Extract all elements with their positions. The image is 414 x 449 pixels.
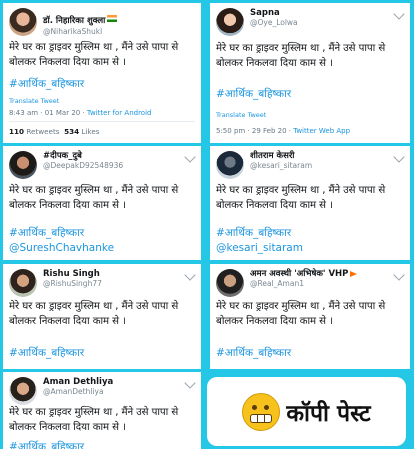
tweet-text: मेरे घर का ड्राइवर मुस्लिम था , मैंने उस… — [9, 185, 179, 211]
mention-link[interactable]: @SureshChavhanke — [9, 242, 114, 254]
tweet-stats: 110 Retweets 534 Likes — [9, 127, 100, 136]
copy-paste-label: कॉपी पेस्ट — [286, 400, 371, 427]
tweet-source-link[interactable]: Twitter Web App — [293, 127, 350, 135]
copy-paste-sticker: कॉपी पेस्ट — [207, 377, 406, 446]
tweet-source-link[interactable]: Twitter for Android — [87, 109, 152, 117]
translate-tweet-link[interactable]: Translate Tweet — [9, 97, 59, 105]
tweet-card[interactable]: Rishu Singh @RishuSingh77 मेरे घर का ड्र… — [3, 264, 201, 369]
display-name[interactable]: डॉ. निहारिका शुक्ला — [43, 16, 105, 26]
display-name[interactable]: Aman Dethliya — [43, 377, 113, 387]
tweet-timestamp: 8:43 am · 01 Mar 20 · Twitter for Androi… — [9, 109, 152, 117]
hashtag-link[interactable]: #आर्थिक_बहिष्कार — [9, 77, 84, 91]
tweet-card[interactable]: Sapna @Oye_Lolwa मेरे घर का ड्राइवर मुस्… — [210, 3, 410, 143]
grimacing-face-icon — [242, 392, 281, 431]
chevron-down-icon[interactable] — [393, 8, 405, 20]
avatar[interactable] — [216, 151, 244, 179]
tweet-text: मेरे घर का ड्राइवर मुस्लिम था , मैंने उस… — [216, 43, 386, 69]
user-handle[interactable]: @Oye_Lolwa — [250, 18, 298, 27]
avatar[interactable] — [9, 269, 37, 297]
tweet-card[interactable]: Aman Dethliya @AmanDethliya मेरे घर का ड… — [3, 372, 201, 449]
user-handle[interactable]: @DeepakD92548936 — [43, 161, 123, 170]
tweet-timestamp: 5:50 pm · 29 Feb 20 · Twitter Web App — [216, 127, 351, 135]
tweet-card[interactable]: #दीपक_दुबे @DeepakD92548936 मेरे घर का ड… — [3, 146, 201, 260]
hashtag-link[interactable]: #आर्थिक_बहिष्कार — [9, 226, 84, 240]
hashtag-link[interactable]: #आर्थिक_बहिष्कार — [9, 440, 84, 449]
display-name[interactable]: #दीपक_दुबे — [43, 151, 123, 161]
translate-tweet-link[interactable]: Translate Tweet — [216, 111, 266, 119]
hashtag-link[interactable]: #आर्थिक_बहिष्कार — [9, 346, 84, 360]
tweet-text: मेरे घर का ड्राइवर मुस्लिम था , मैंने उस… — [9, 301, 179, 327]
tweet-card[interactable]: शीतराम केसरी @kesari_sitaram मेरे घर का … — [210, 146, 410, 260]
display-name[interactable]: Rishu Singh — [43, 269, 102, 279]
tweet-text: मेरे घर का ड्राइवर मुस्लिम था , मैंने उस… — [9, 42, 179, 68]
hashtag-link[interactable]: #आर्थिक_बहिष्कार — [216, 226, 291, 240]
user-handle[interactable]: @Real_Aman1 — [250, 279, 357, 288]
user-handle[interactable]: @RishuSingh77 — [43, 279, 102, 288]
india-flag-icon — [107, 15, 118, 22]
chevron-down-icon[interactable] — [184, 269, 196, 281]
avatar[interactable] — [9, 151, 37, 179]
hashtag-link[interactable]: #आर्थिक_बहिष्कार — [216, 346, 291, 360]
tweet-card[interactable]: अमन अवस्थी 'अभिषेक' VHP @Real_Aman1 मेरे… — [210, 264, 410, 369]
avatar[interactable] — [216, 8, 244, 36]
user-handle[interactable]: @NiharikaShukl — [43, 27, 117, 36]
flag-icon — [350, 270, 358, 277]
display-name[interactable]: Sapna — [250, 8, 298, 18]
divider — [9, 121, 195, 122]
mention-link[interactable]: @kesari_sitaram — [216, 242, 303, 254]
avatar[interactable] — [216, 269, 244, 297]
tweet-card[interactable]: डॉ. निहारिका शुक्ला @NiharikaShukl मेरे … — [3, 3, 201, 143]
chevron-down-icon[interactable] — [184, 377, 196, 389]
display-name[interactable]: शीतराम केसरी — [250, 151, 312, 161]
hashtag-link[interactable]: #आर्थिक_बहिष्कार — [216, 87, 291, 101]
user-handle[interactable]: @kesari_sitaram — [250, 161, 312, 170]
chevron-down-icon[interactable] — [184, 151, 196, 163]
tweet-text: मेरे घर का ड्राइवर मुस्लिम था , मैंने उस… — [216, 185, 386, 211]
user-handle[interactable]: @AmanDethliya — [43, 387, 113, 396]
avatar[interactable] — [9, 377, 37, 405]
chevron-down-icon[interactable] — [393, 151, 405, 163]
avatar[interactable] — [9, 8, 37, 36]
tweet-text: मेरे घर का ड्राइवर मुस्लिम था , मैंने उस… — [216, 301, 386, 327]
chevron-down-icon[interactable] — [393, 269, 405, 281]
display-name[interactable]: अमन अवस्थी 'अभिषेक' VHP — [250, 269, 358, 279]
tweet-text: मेरे घर का ड्राइवर मुस्लिम था , मैंने उस… — [9, 407, 179, 433]
